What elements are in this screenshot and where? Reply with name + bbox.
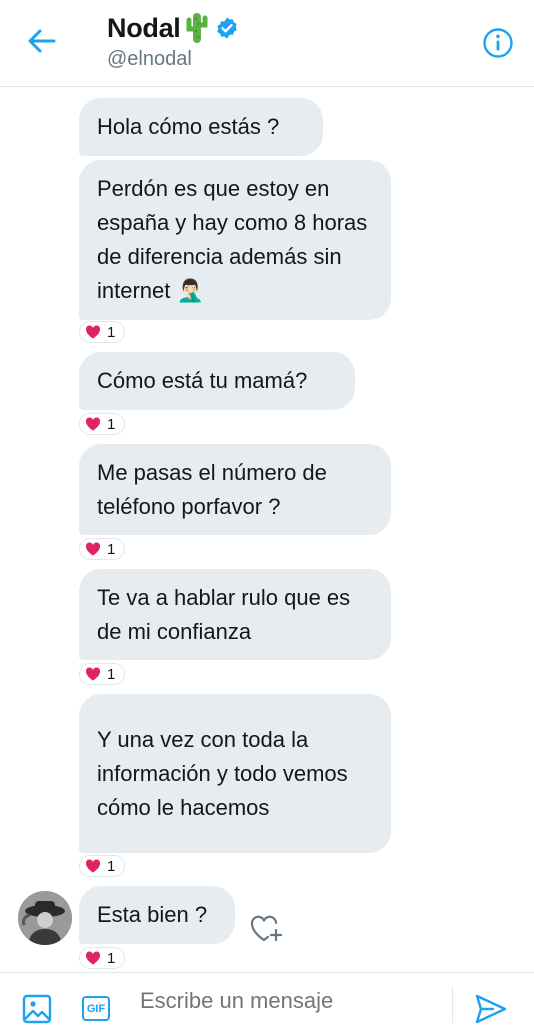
message-bubble[interactable]: Y una vez con toda la información y todo… [79,694,391,853]
reaction-count: 1 [107,540,116,558]
conversation-title[interactable]: Nodal @elnodal [107,10,239,71]
message-text: Te va a hablar rulo que es de mi confian… [97,584,351,644]
conversation-header: Nodal @elnodal [0,0,534,87]
heart-icon [85,667,101,681]
heart-icon [85,417,101,431]
heart-reaction[interactable]: 1 [79,663,125,685]
message-text: Me pasas el número de teléfono porfavor … [97,459,327,519]
message-bubble[interactable]: Me pasas el número de teléfono porfavor … [79,444,391,535]
contact-name: Nodal [107,12,181,43]
message-bubble[interactable]: Te va a hablar rulo que es de mi confian… [79,569,391,660]
message-text: Esta bien ? [97,902,208,927]
message-text: Hola cómo estás ? [97,114,280,139]
reaction-count: 1 [107,857,116,875]
gif-button[interactable]: GIF [82,996,110,1021]
send-icon[interactable] [474,993,508,1025]
verified-badge-icon [216,17,237,39]
contact-handle: @elnodal [107,48,192,70]
heart-icon [85,542,101,556]
heart-reaction[interactable]: 1 [79,947,125,969]
heart-icon [85,951,101,965]
message-text: Cómo está tu mamá? [97,368,308,393]
heart-icon [85,859,101,873]
message-composer: GIF [0,972,534,1025]
message-bubble[interactable]: Hola cómo estás ? [79,98,323,156]
cactus-emoji-icon [186,13,208,43]
message-input[interactable] [140,988,430,1014]
message-text: Y una vez con toda la información y todo… [97,726,348,820]
message-text: Perdón es que estoy en españa y hay como… [97,176,368,303]
heart-plus-icon[interactable] [249,912,285,944]
heart-reaction[interactable]: 1 [79,538,125,560]
reaction-count: 1 [107,665,116,683]
heart-icon [85,325,101,339]
reaction-count: 1 [107,949,116,967]
back-arrow-icon[interactable] [24,24,58,58]
heart-reaction[interactable]: 1 [79,413,125,435]
heart-reaction[interactable]: 1 [79,855,125,877]
message-bubble[interactable]: Esta bien ? [79,886,235,944]
info-icon[interactable] [482,27,514,59]
image-icon[interactable] [22,994,52,1024]
heart-reaction[interactable]: 1 [79,321,125,343]
avatar-image [18,891,72,945]
avatar[interactable] [18,891,72,945]
reaction-count: 1 [107,323,116,341]
composer-divider [452,987,453,1023]
message-bubble[interactable]: Cómo está tu mamá? [79,352,355,410]
message-bubble[interactable]: Perdón es que estoy en españa y hay como… [79,160,391,320]
facepalm-emoji: 🤦🏻‍♂️ [176,278,204,303]
reaction-count: 1 [107,415,116,433]
